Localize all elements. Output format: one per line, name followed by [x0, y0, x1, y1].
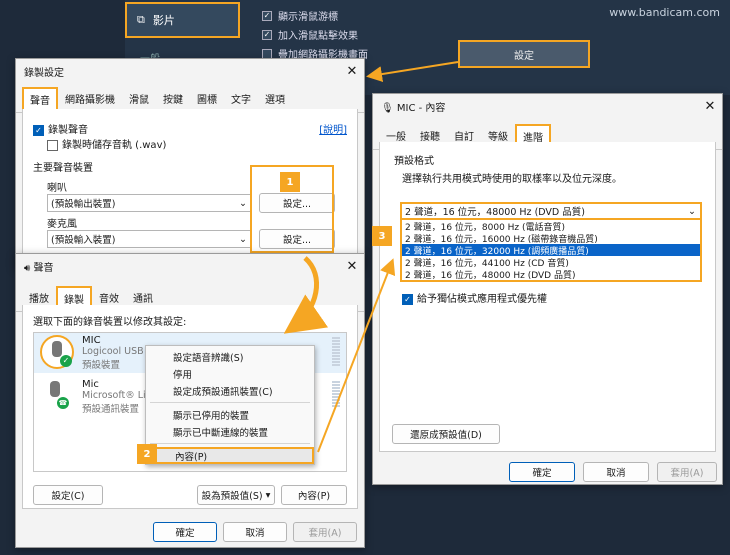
arrow-to-recording-settings [366, 61, 459, 83]
arrow-to-sound-dialog [283, 256, 329, 334]
annotation-arrows [283, 61, 459, 453]
arrow-to-mic-properties [317, 258, 396, 453]
